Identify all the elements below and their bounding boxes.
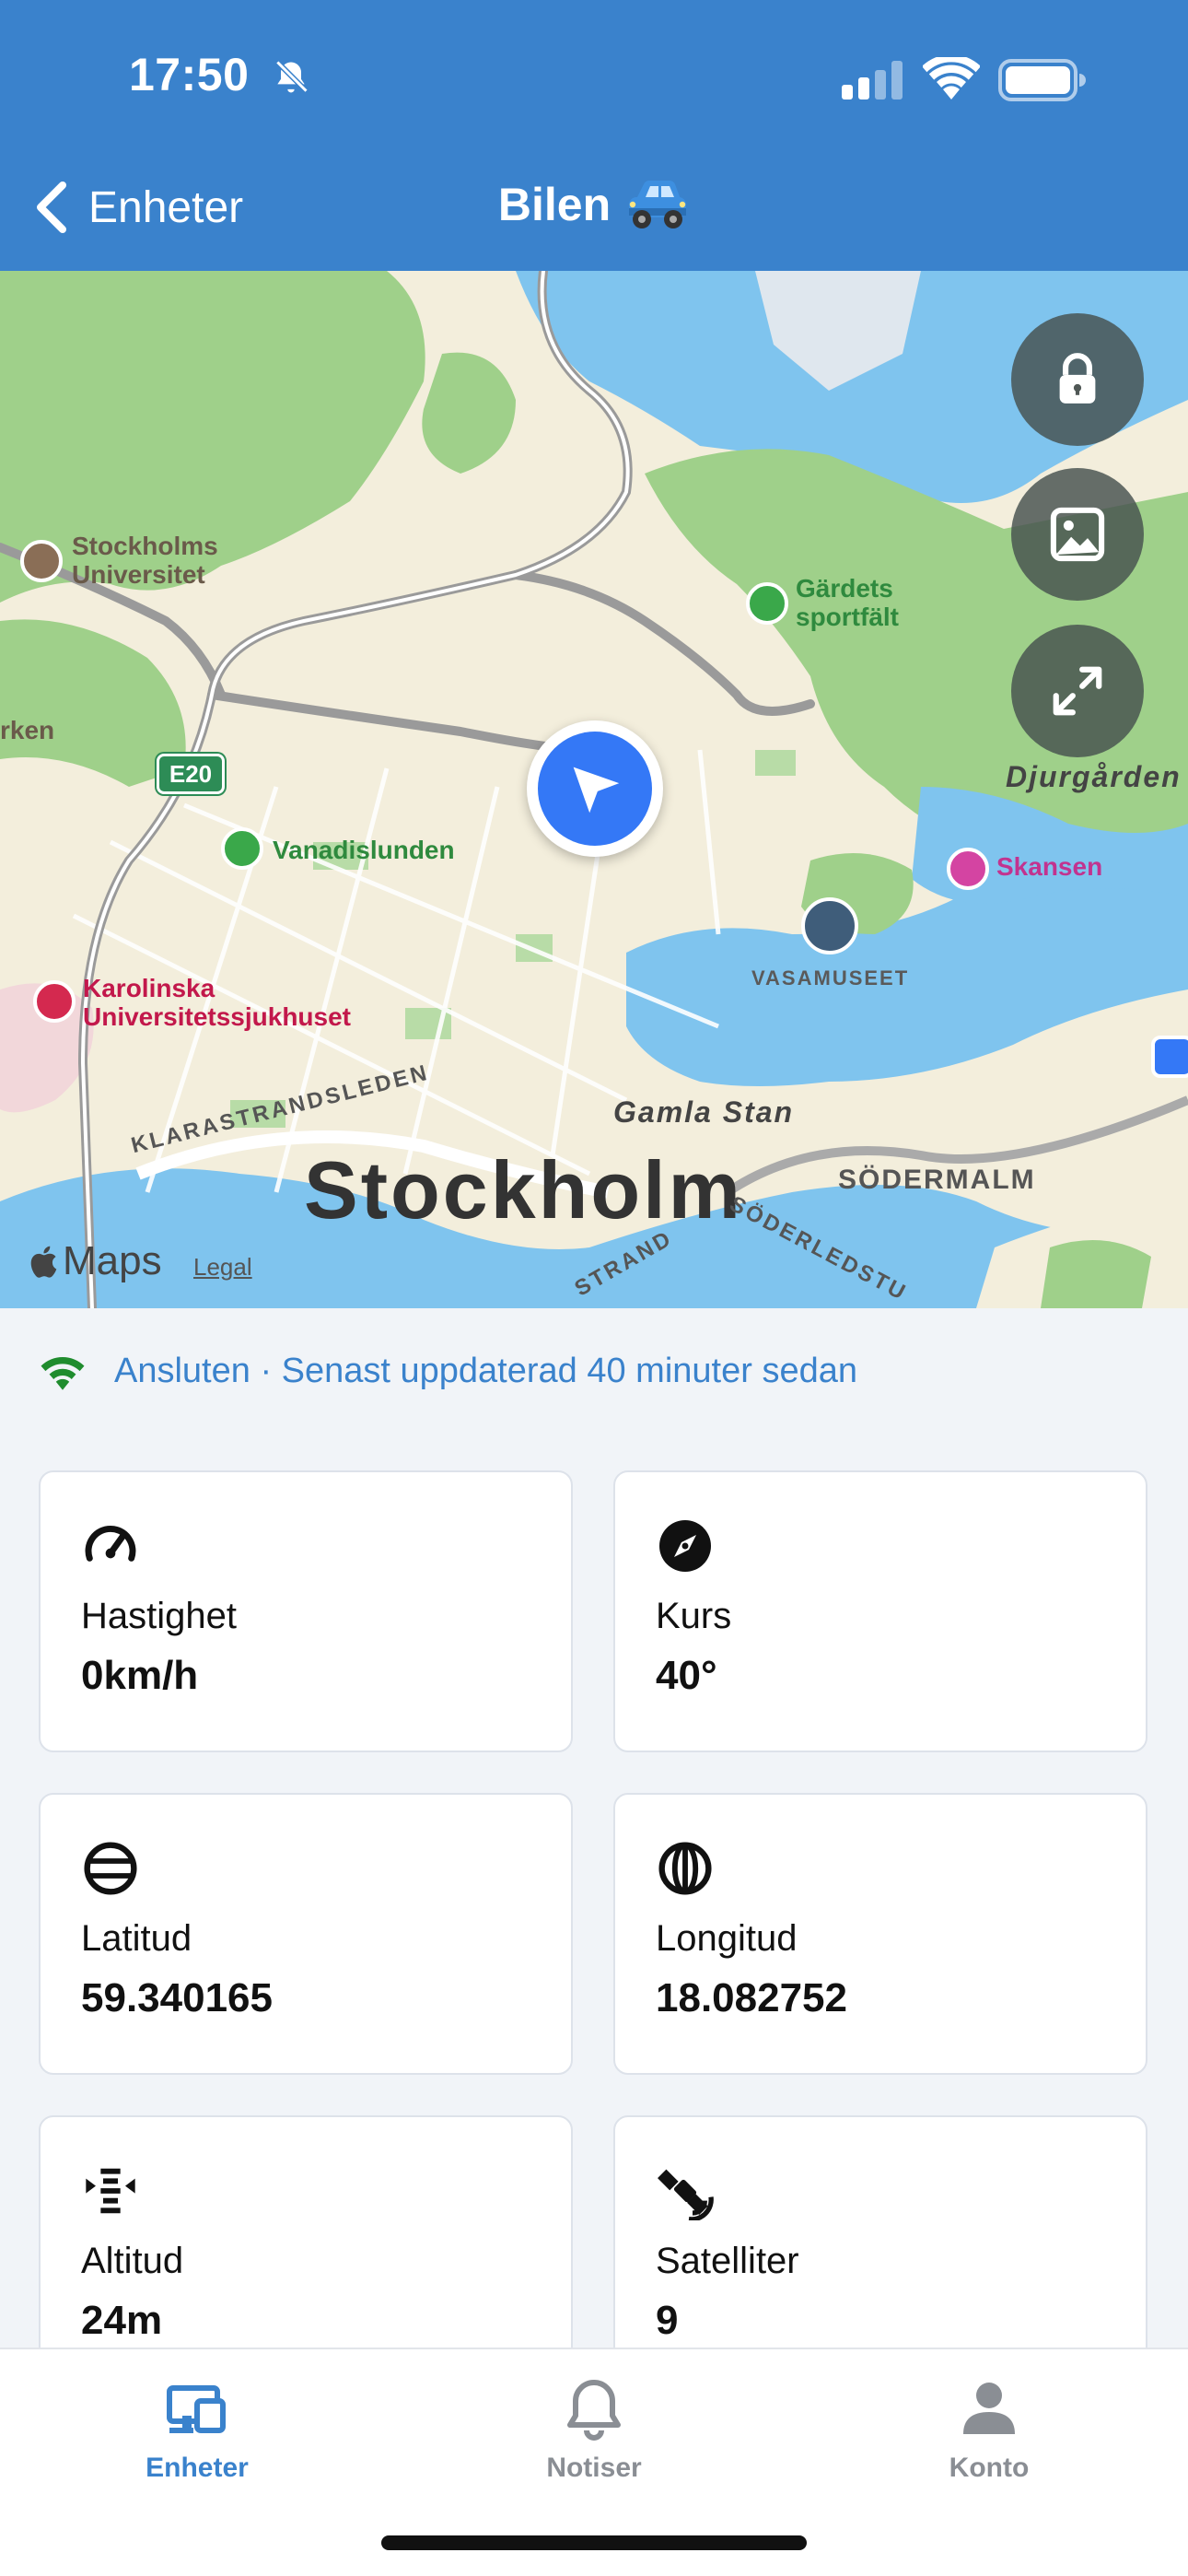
compass-icon [659,1520,711,1572]
expand-icon [1053,666,1102,716]
map-type-button[interactable] [1011,468,1144,601]
metric-value: 59.340165 [81,1975,273,2020]
metric-value: 40° [656,1653,717,1698]
person-icon [963,2383,1015,2434]
satellite-icon [658,2169,714,2220]
cellular-signal-icon [842,61,903,100]
train-station-icon[interactable] [1151,1036,1188,1078]
map-label-vasamuseet: VASAMUSEET [751,966,910,989]
navigation-arrow-icon [573,767,620,814]
metric-label: Satelliter [656,2241,799,2281]
metric-label: Hastighet [81,1596,237,1636]
tab-label: Enheter [146,2453,249,2483]
metric-card-heading: Kurs 40° [613,1470,1147,1752]
tab-konto[interactable]: Konto [879,2375,1100,2484]
map-label-karolinska: Karolinska Universitetssjukhuset [83,974,351,1031]
tab-notiser[interactable]: Notiser [483,2375,705,2484]
home-indicator[interactable] [381,2535,807,2550]
battery-icon [998,59,1086,101]
map-view[interactable]: Stockholms Universitet Gärdets sportfält r… [0,271,1188,1308]
connection-status: Ansluten · Senast uppdaterad 40 minuter … [37,1343,857,1399]
page-title-text: Bilen [497,179,611,230]
apple-logo-icon [30,1246,57,1278]
university-icon[interactable] [20,540,63,582]
metric-label: Altitud [81,2241,184,2281]
metric-value: 18.082752 [656,1975,847,2020]
image-icon [1050,507,1105,562]
bell-icon [567,2380,621,2441]
metric-label: Longitud [656,1918,798,1959]
metric-card-latitude: Latitud 59.340165 [39,1793,573,2075]
legal-link[interactable]: Legal [193,1253,252,1282]
metric-label: Kurs [656,1596,732,1636]
map-label-vanadislunden: Vanadislunden [273,836,455,864]
map-label-skansen: Skansen [996,852,1103,881]
longitude-icon [658,1842,712,1895]
devices-icon [167,2385,226,2433]
map-label-gamla-stan: Gamla Stan [613,1095,795,1129]
wifi-icon [923,57,980,100]
tab-label: Notiser [546,2453,642,2483]
map-label-rken: rken [0,716,55,744]
map-label-sodermalm: SÖDERMALM [838,1165,1036,1195]
tab-label: Konto [949,2453,1030,2483]
car-icon [629,181,687,228]
bell-slash-icon [275,60,309,93]
map-label-gardets: Gärdets sportfält [796,574,899,631]
sports-field-icon[interactable] [746,582,788,625]
map-label-stockholms-universitet: Stockholms Universitet [72,532,218,589]
metric-card-longitude: Longitud 18.082752 [613,1793,1147,2075]
map-label-djurgarden: Djurgården [1006,760,1182,793]
expand-map-button[interactable] [1011,625,1144,757]
status-time: 17:50 [129,49,250,100]
connection-status-text: Ansluten · Senast uppdaterad 40 minuter … [114,1351,857,1390]
lock-icon [1059,353,1096,404]
lock-map-button[interactable] [1011,313,1144,446]
metric-label: Latitud [81,1918,192,1959]
museum-icon[interactable] [947,848,989,890]
vehicle-location-marker[interactable] [527,720,663,857]
latitude-icon [84,1842,137,1895]
park-icon[interactable] [221,827,263,870]
metric-card-speed: Hastighet 0km/h [39,1470,573,1752]
altitude-icon [86,2168,135,2214]
ship-museum-icon[interactable] [801,897,858,954]
metric-value: 0km/h [81,1653,199,1698]
nav-header: 17:50 Enheter Bilen [0,0,1188,271]
apple-maps-attribution: Maps [28,1238,162,1284]
page-title: Bilen [0,177,1188,232]
tab-enheter[interactable]: Enheter [87,2375,308,2484]
maps-text: Maps [63,1238,162,1283]
metric-value: 24m [81,2298,163,2343]
speedometer-icon [85,1526,136,1562]
wifi-icon [41,1356,85,1390]
e20-road-shield: E20 [157,754,225,794]
hospital-icon[interactable] [33,980,76,1023]
map-label-stockholm: Stockholm [304,1144,743,1235]
metric-value: 9 [656,2298,679,2343]
